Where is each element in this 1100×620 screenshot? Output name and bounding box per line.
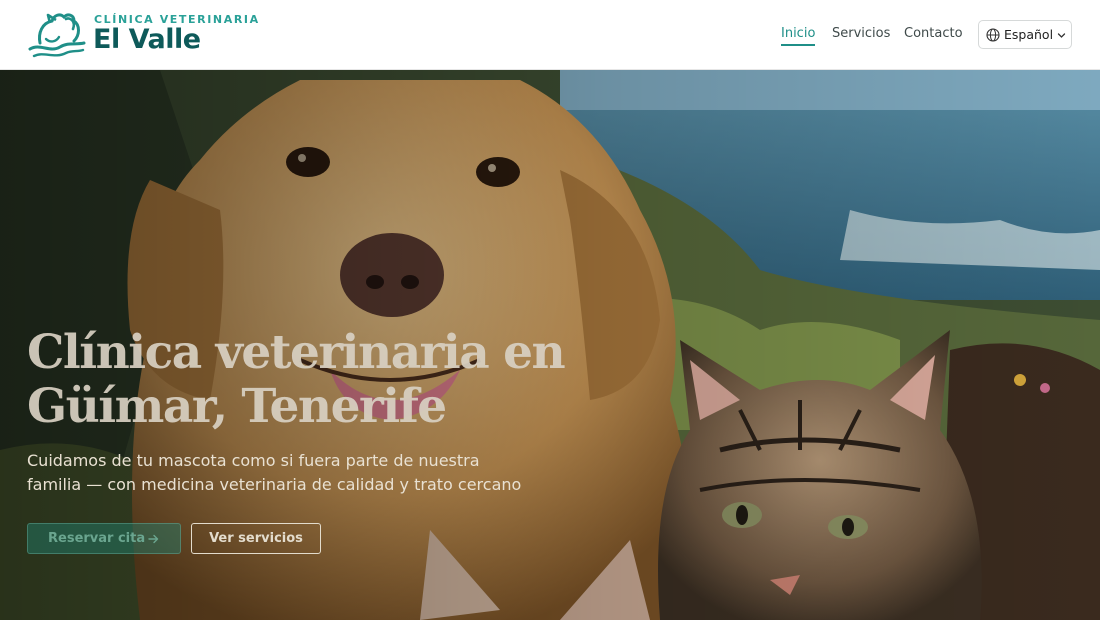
chevron-down-icon <box>1057 33 1066 38</box>
brand-logo[interactable]: CLÍNICA VETERINARIA El Valle <box>26 9 258 61</box>
hero-subtitle-line-1: Cuidamos de tu mascota como si fuera par… <box>27 451 480 470</box>
arrow-right-icon <box>148 534 159 544</box>
brand-name: El Valle <box>93 24 201 55</box>
globe-icon <box>986 28 1000 42</box>
hero-subtitle-line-2: familia — con medicina veterinaria de ca… <box>27 475 522 494</box>
nav-item-servicios[interactable]: Servicios <box>832 26 890 41</box>
hero-subtitle: Cuidamos de tu mascota como si fuera par… <box>27 449 527 497</box>
site-header: CLÍNICA VETERINARIA El Valle Inicio Serv… <box>0 0 1100 70</box>
dog-cat-wave-icon <box>28 13 86 58</box>
language-selector[interactable]: Español <box>978 20 1072 49</box>
view-services-button[interactable]: Ver servicios <box>191 523 321 554</box>
book-appointment-button[interactable]: Reservar cita <box>27 523 181 554</box>
book-appointment-label: Reservar cita <box>48 531 146 546</box>
hero-title-line-1: Clínica veterinaria en <box>27 325 566 380</box>
language-label: Español <box>1004 27 1054 42</box>
nav-item-contacto[interactable]: Contacto <box>904 26 963 41</box>
hero-title-line-2: Güímar, Tenerife <box>27 379 447 434</box>
hero-section: Clínica veterinaria en Güímar, Tenerife … <box>0 70 1100 620</box>
nav-item-inicio[interactable]: Inicio <box>781 26 816 46</box>
hero-title: Clínica veterinaria en Güímar, Tenerife <box>27 326 647 434</box>
